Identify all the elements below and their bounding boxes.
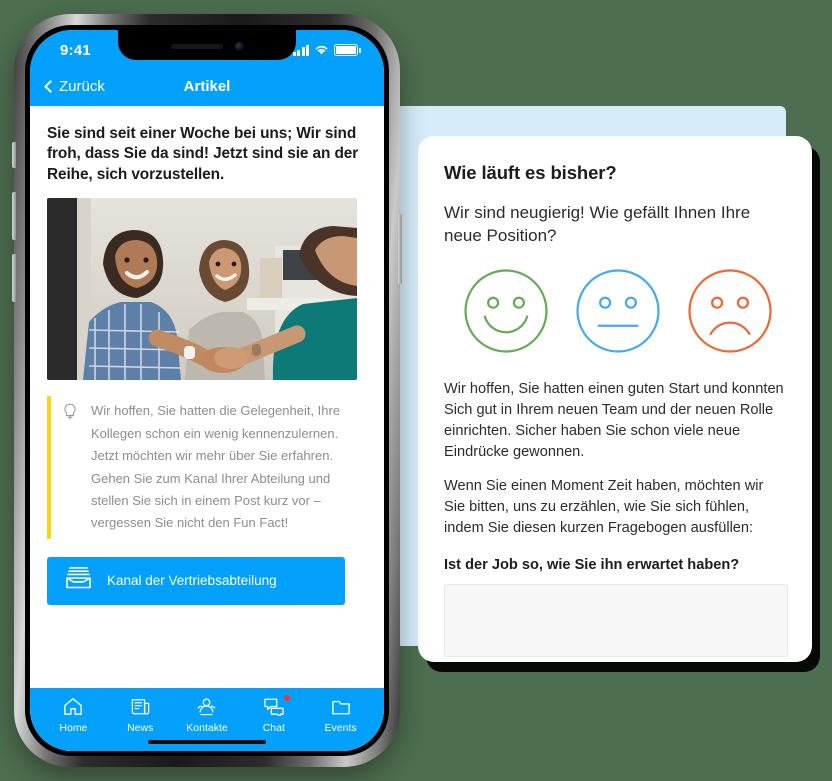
tab-events[interactable]: Events <box>307 696 374 734</box>
nav-bar: Zurück Artikel <box>30 66 384 106</box>
survey-title: Wie läuft es bisher? <box>444 162 617 183</box>
phone-notch <box>118 30 296 60</box>
sad-face-icon[interactable] <box>684 265 776 357</box>
phone-device: 9:41 Zurück Artikel Sie sind seit einer … <box>12 14 402 767</box>
battery-full-icon <box>334 44 361 56</box>
earpiece-speaker <box>170 43 223 49</box>
handshake-photo-illustration <box>47 198 357 381</box>
survey-body: Wir hoffen, Sie hatten einen guten Start… <box>444 379 786 539</box>
volume-up-button[interactable] <box>12 192 16 240</box>
happy-face-icon[interactable] <box>460 265 552 357</box>
chevron-left-icon <box>44 79 57 93</box>
tab-kontakte-label: Kontakte <box>186 721 228 734</box>
inbox-tray-icon <box>65 566 92 595</box>
survey-subtitle: Wir sind neugierig! Wie gefällt Ihnen Ih… <box>444 203 751 245</box>
home-icon <box>63 696 83 718</box>
neutral-face-icon[interactable] <box>572 265 664 357</box>
chat-notification-badge <box>284 694 291 701</box>
tab-events-label: Events <box>324 721 357 734</box>
newspaper-icon <box>131 696 150 718</box>
article-callout-text: Wir hoffen, Sie hatten die Gelegenheit, … <box>91 403 341 531</box>
tab-home-label: Home <box>59 721 88 734</box>
survey-card: Wie läuft es bisher? Wir sind neugierig!… <box>418 136 812 662</box>
article-photo <box>47 198 357 381</box>
lightbulb-icon <box>63 400 79 534</box>
survey-question-label: Ist der Job so, wie Sie ihn erwartet hab… <box>444 557 740 574</box>
tab-kontakte[interactable]: Kontakte <box>174 696 241 734</box>
article-content: Sie sind seit einer Woche bei uns; Wir s… <box>30 106 384 751</box>
article-callout: Wir hoffen, Sie hatten die Gelegenheit, … <box>47 396 367 539</box>
channel-cta-label: Kanal der Vertriebsabteilung <box>107 573 277 589</box>
front-camera <box>234 41 244 51</box>
tab-chat-label: Chat <box>262 721 285 734</box>
silent-switch[interactable] <box>12 142 16 168</box>
status-time: 9:41 <box>60 41 91 59</box>
survey-paragraph-1: Wir hoffen, Sie hatten einen guten Start… <box>444 381 784 461</box>
survey-paragraph-2: Wenn Sie einen Moment Zeit haben, möchte… <box>444 478 764 537</box>
mood-rating-group <box>444 265 786 357</box>
phone-bezel: 9:41 Zurück Artikel Sie sind seit einer … <box>25 25 389 756</box>
volume-down-button[interactable] <box>12 254 16 302</box>
tab-home[interactable]: Home <box>40 696 107 734</box>
folder-icon <box>331 696 351 718</box>
article-title: Sie sind seit einer Woche bei uns; Wir s… <box>47 125 359 183</box>
back-button-label: Zurück <box>59 77 105 95</box>
survey-answer-input[interactable] <box>444 584 788 658</box>
wifi-icon <box>315 46 328 55</box>
tab-news[interactable]: News <box>107 696 174 734</box>
channel-cta-button[interactable]: Kanal der Vertriebsabteilung <box>47 556 345 605</box>
phone-screen: 9:41 Zurück Artikel Sie sind seit einer … <box>30 30 384 751</box>
screenshot-stage: Wie läuft es bisher? Wir sind neugierig!… <box>0 0 832 781</box>
tab-news-label: News <box>127 721 154 734</box>
back-button[interactable]: Zurück <box>44 77 105 95</box>
contacts-icon <box>196 696 217 718</box>
tab-chat[interactable]: Chat <box>240 694 307 734</box>
home-indicator[interactable] <box>148 740 266 744</box>
power-button[interactable] <box>398 214 402 284</box>
status-icons <box>292 44 361 56</box>
page-title: Artikel <box>183 77 231 95</box>
chat-bubbles-icon <box>263 696 285 718</box>
